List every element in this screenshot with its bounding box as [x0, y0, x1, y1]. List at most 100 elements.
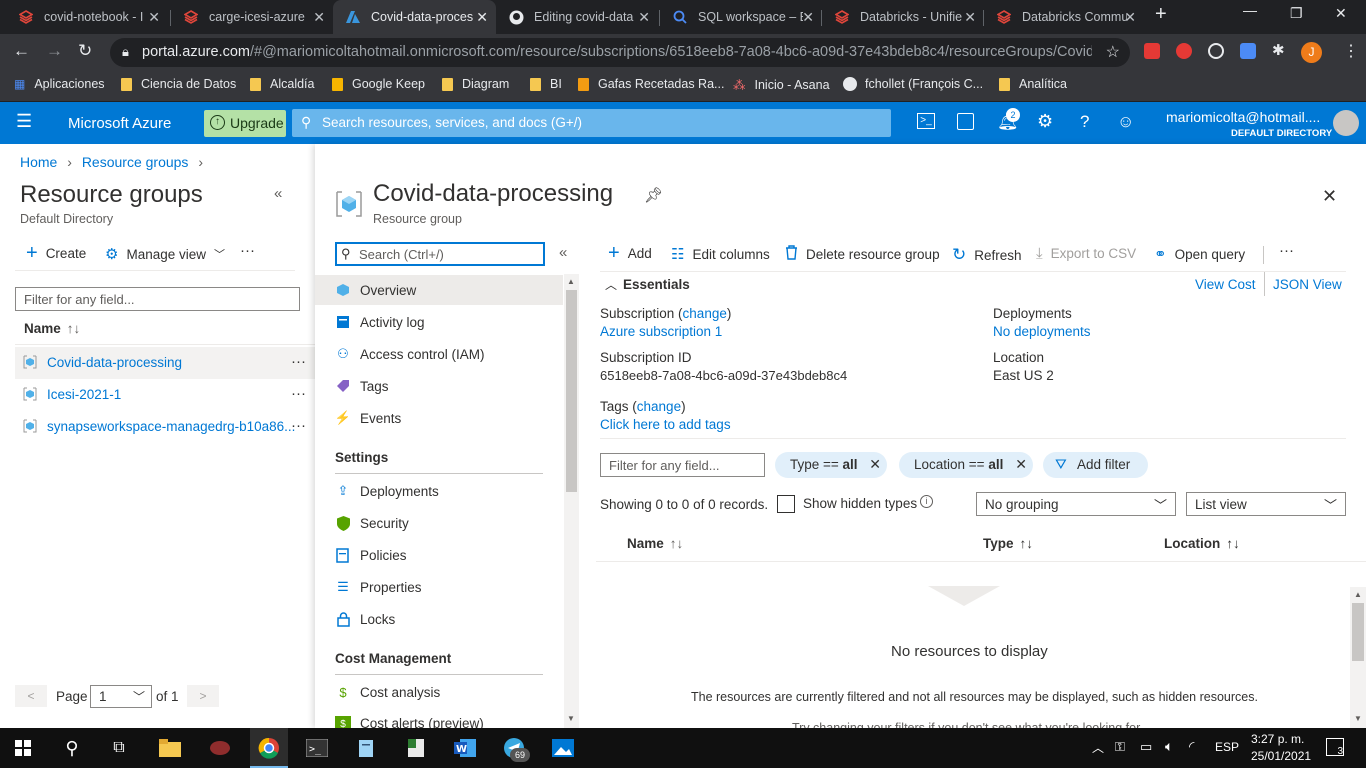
windows-start-icon[interactable] — [11, 736, 35, 760]
content-scrollbar-thumb[interactable] — [1352, 603, 1364, 661]
bookmark-item[interactable]: Ciencia de Datos — [121, 77, 236, 91]
open-query-button[interactable]: ⚭ Open query — [1154, 245, 1245, 263]
menu-scrollbar-thumb[interactable] — [566, 290, 577, 492]
bookmark-item[interactable]: BI — [530, 77, 562, 91]
edit-columns-button[interactable]: ☷ Edit columns — [671, 245, 770, 263]
tray-app-icon[interactable]: ⚿ — [1115, 739, 1125, 755]
browser-tab[interactable]: carge-icesi-azure ✕ — [171, 0, 333, 34]
menu-item-locks[interactable]: Locks — [335, 611, 395, 627]
browser-tab[interactable]: Editing covid-data ✕ — [496, 0, 658, 34]
prev-page-button[interactable]: < — [15, 685, 47, 707]
bookmark-item[interactable]: ⁂ Inicio - Asana — [733, 77, 830, 93]
close-icon[interactable]: ✕ — [869, 456, 881, 473]
hamburger-menu-icon[interactable]: ☰ — [16, 111, 32, 132]
avatar[interactable] — [1333, 110, 1359, 136]
change-subscription-link[interactable]: change — [683, 306, 727, 321]
cloud-shell-icon[interactable]: >_ — [917, 113, 935, 129]
refresh-button[interactable]: ↻ Refresh — [952, 245, 1022, 265]
menu-item-deployments[interactable]: ⇪ Deployments — [335, 483, 439, 499]
collapse-menu-icon[interactable]: « — [559, 244, 567, 261]
close-window-button[interactable]: ✕ — [1335, 5, 1347, 22]
tray-chevron-icon[interactable]: ︿ — [1092, 739, 1104, 756]
create-button[interactable]: + Create — [26, 243, 86, 263]
view-cost-link[interactable]: View Cost — [1195, 277, 1256, 292]
menu-item-access-control[interactable]: ⚇ Access control (IAM) — [335, 346, 484, 362]
react-devtools-icon[interactable] — [1208, 43, 1224, 59]
type-filter-pill[interactable]: Type == all ✕ — [775, 452, 887, 478]
close-tab-icon[interactable]: ✕ — [638, 9, 650, 26]
browser-tab[interactable]: SQL workspace – E ✕ — [660, 0, 822, 34]
close-tab-icon[interactable]: ✕ — [148, 9, 160, 26]
volume-icon[interactable]: 🔈︎ — [1165, 738, 1173, 755]
menu-item-security[interactable]: Security — [335, 515, 409, 531]
bookmark-apps[interactable]: ▦ Aplicaciones — [14, 77, 105, 91]
bookmark-item[interactable]: Diagram — [442, 77, 509, 91]
resource-group-row[interactable]: synapseworkspace-managedrg-b10a86... — [22, 418, 295, 434]
extension-icon[interactable] — [1144, 43, 1160, 59]
menu-search-input[interactable]: ⚲ Search (Ctrl+/) — [335, 242, 545, 266]
resource-group-row[interactable]: Icesi-2021-1 — [22, 386, 121, 402]
breadcrumb-home[interactable]: Home — [20, 154, 57, 170]
column-header-type[interactable]: Type ↑↓ — [983, 536, 1033, 551]
page-select[interactable]: 1 ﹀ — [90, 685, 152, 708]
settings-gear-icon[interactable]: ⚙ — [1037, 111, 1053, 132]
file-explorer-icon[interactable] — [158, 736, 182, 760]
menu-item-policies[interactable]: Policies — [335, 547, 407, 563]
column-header-location[interactable]: Location ↑↓ — [1164, 536, 1240, 551]
language-indicator[interactable]: ESP — [1215, 740, 1239, 754]
menu-item-cost-analysis[interactable]: $ Cost analysis — [335, 684, 440, 700]
excel-notepad-icon[interactable] — [404, 736, 428, 760]
deployments-link[interactable]: No deployments — [993, 324, 1091, 339]
more-icon[interactable]: ··· — [240, 242, 255, 259]
chrome-icon[interactable] — [257, 736, 281, 760]
more-commands-button[interactable]: ··· — [1279, 242, 1294, 259]
bookmark-item[interactable]: fchollet (François C... — [843, 77, 983, 91]
bookmark-star-icon[interactable]: ☆ — [1106, 42, 1120, 62]
menu-item-cost-alerts[interactable]: $ Cost alerts (preview) — [335, 716, 484, 728]
add-button[interactable]: + Add — [608, 243, 652, 263]
menu-item-properties[interactable]: ☰ Properties — [335, 579, 421, 595]
row-more-icon[interactable]: ··· — [291, 417, 306, 434]
scroll-up-icon[interactable]: ▲ — [1354, 590, 1362, 599]
subscription-value-link[interactable]: Azure subscription 1 — [600, 324, 722, 339]
filter-input[interactable]: Filter for any field... — [15, 287, 300, 311]
collapse-icon[interactable]: « — [274, 185, 282, 202]
bookmark-item[interactable]: Google Keep — [332, 77, 425, 91]
menu-item-tags[interactable]: Tags — [335, 378, 389, 394]
grouping-dropdown[interactable]: No grouping ﹀ — [976, 492, 1176, 516]
help-icon[interactable]: ? — [1080, 112, 1089, 132]
export-csv-button[interactable]: ⤓ Export to CSV — [1036, 245, 1136, 262]
resource-group-row[interactable]: Covid-data-processing — [22, 354, 182, 370]
add-tags-link[interactable]: Click here to add tags — [600, 417, 731, 432]
column-header-name[interactable]: Name ↑↓ — [627, 536, 683, 551]
global-search-input[interactable]: ⚲ Search resources, services, and docs (… — [292, 109, 891, 137]
terminal-icon[interactable]: >_ — [305, 736, 329, 760]
photos-icon[interactable] — [551, 736, 575, 760]
close-tab-icon[interactable]: ✕ — [964, 9, 976, 26]
delete-resource-group-button[interactable]: Delete resource group — [785, 245, 940, 264]
upgrade-button[interactable]: ↑ Upgrade — [204, 110, 286, 137]
close-tab-icon[interactable]: ✕ — [802, 9, 814, 26]
bookmark-item[interactable]: Analítica — [999, 77, 1067, 91]
bookmark-item[interactable]: Gafas Recetadas Ra... — [578, 77, 724, 91]
menu-item-events[interactable]: ⚡ Events — [335, 410, 401, 426]
kebab-menu-icon[interactable]: ⋮ — [1343, 41, 1359, 61]
word-icon[interactable]: W — [453, 736, 477, 760]
back-icon[interactable]: ← — [13, 41, 30, 61]
bookmark-item[interactable]: Alcaldía — [250, 77, 314, 91]
browser-tab[interactable]: Databricks - Unifie ✕ — [822, 0, 984, 34]
battery-icon[interactable]: ▭ — [1140, 739, 1152, 755]
clock-date[interactable]: 25/01/2021 — [1251, 749, 1311, 763]
reload-icon[interactable]: ↻ — [78, 41, 92, 61]
resource-filter-input[interactable]: Filter for any field... — [600, 453, 765, 477]
menu-item-activity-log[interactable]: Activity log — [335, 314, 425, 330]
wifi-icon[interactable]: ◜ — [1189, 738, 1194, 755]
essentials-toggle[interactable]: ︿ Essentials — [605, 276, 690, 293]
notification-center-icon[interactable]: 3 — [1326, 738, 1344, 757]
breadcrumb-resource-groups[interactable]: Resource groups — [82, 154, 189, 170]
manage-view-button[interactable]: ⚙ Manage view ﹀ — [105, 245, 225, 263]
feedback-smiley-icon[interactable]: ☺ — [1117, 112, 1134, 132]
extension-icon[interactable] — [1176, 43, 1192, 59]
info-icon[interactable]: i — [920, 495, 933, 508]
notepad-icon[interactable] — [354, 736, 378, 760]
